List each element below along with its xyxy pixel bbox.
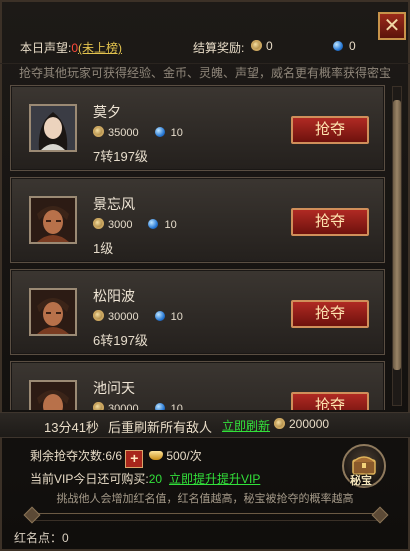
enemy-gem-value: 10 <box>164 219 177 231</box>
enemy-rewards: 30000 10 <box>93 402 183 410</box>
enemy-level: 6转197级 <box>93 333 148 348</box>
rob-button[interactable]: 抢夺 <box>291 116 369 144</box>
refresh-now-link[interactable]: 立即刷新 <box>222 417 270 434</box>
coin-icon <box>93 218 104 229</box>
enemy-card: 莫夕 35000 10 7转197级 抢夺 <box>10 85 385 171</box>
enemy-rewards: 30000 10 <box>93 310 183 323</box>
settle-coin-value: 0 <box>266 39 273 53</box>
upgrade-vip-link[interactable]: 立即提升提升VIP <box>169 470 260 487</box>
enemy-card: 池问天 30000 10 抢夺 <box>10 361 385 410</box>
refresh-cost-value: 200000 <box>289 417 330 431</box>
vip-row: 当前VIP今日还可购买:20 <box>30 470 162 487</box>
avatar <box>29 196 77 244</box>
enemy-rewards: 3000 10 <box>93 218 177 231</box>
rob-button[interactable]: 抢夺 <box>291 208 369 236</box>
enemy-coin-value: 30000 <box>108 403 139 410</box>
refresh-text: 后重刷新所有敌人 <box>108 420 213 435</box>
avatar <box>29 288 77 336</box>
rob-notice: 抢夺其他玩家可获得经验、金币、灵魄、声望，威名更有概率获得密宝 <box>0 63 410 84</box>
enemy-list: 莫夕 35000 10 7转197级 抢夺 景忘风 3000 10 1级 抢夺 松阳… <box>10 85 385 410</box>
enemy-name: 池问天 <box>93 380 135 396</box>
scrollbar-thumb[interactable] <box>393 100 401 370</box>
prestige-row: 本日声望:0(未上榜) <box>20 39 122 56</box>
enemy-card: 景忘风 3000 10 1级 抢夺 <box>10 177 385 263</box>
gem-icon <box>333 41 343 51</box>
header-bar: 本日声望:0(未上榜) 结算奖励: 0 0 <box>0 36 410 58</box>
coin-icon <box>93 126 104 137</box>
attempts-row: 剩余抢夺次数:6/6 +500/次 <box>30 447 202 468</box>
enemy-name: 松阳波 <box>93 288 135 304</box>
enemy-level: 7转197级 <box>93 149 148 164</box>
enemy-level: 1级 <box>93 241 114 256</box>
rank-link[interactable]: (未上榜) <box>78 41 122 55</box>
gold-ingot-icon <box>149 451 164 460</box>
red-name-points: 红名点：0 <box>14 531 69 545</box>
gem-icon <box>154 311 165 321</box>
vip-value: 20 <box>148 472 163 486</box>
rob-button[interactable]: 抢夺 <box>291 300 369 328</box>
settle-gem-value: 0 <box>349 39 356 53</box>
enemy-gem-value: 10 <box>170 311 183 323</box>
coin-icon <box>93 310 104 321</box>
enemy-coin-value: 30000 <box>108 311 139 323</box>
rob-button[interactable]: 抢夺 <box>291 392 369 410</box>
settle-gem-reward: 0 <box>333 39 356 53</box>
enemy-name: 景忘风 <box>93 196 135 212</box>
enemy-rewards: 35000 10 <box>93 126 183 139</box>
settle-label: 结算奖励: <box>193 41 245 55</box>
gem-icon <box>154 127 165 137</box>
refresh-timer: 13分41秒 <box>44 420 99 435</box>
enemy-gem-value: 10 <box>170 403 183 410</box>
enemy-gem-value: 10 <box>170 127 183 139</box>
prestige-label: 本日声望: <box>20 41 72 55</box>
enemy-coin-value: 3000 <box>108 219 133 231</box>
coin-icon <box>93 402 104 410</box>
attempts-label: 剩余抢夺次数:6/6 <box>30 449 123 463</box>
coin-icon <box>251 40 262 51</box>
avatar <box>29 380 77 410</box>
treasure-label: 秘宝 <box>350 475 372 487</box>
gem-icon <box>148 219 159 229</box>
vip-label: 当前VIP今日还可购买: <box>30 472 149 486</box>
enemy-card: 松阳波 30000 10 6转197级 抢夺 <box>10 269 385 355</box>
close-icon: ✕ <box>383 15 401 37</box>
gem-icon <box>154 403 165 410</box>
refresh-bar: 13分41秒 后重刷新所有敌人 立即刷新 200000 <box>0 412 410 438</box>
coin-icon <box>274 418 285 429</box>
enemy-coin-value: 35000 <box>108 127 139 139</box>
avatar <box>29 104 77 152</box>
settle-coin-reward: 0 <box>251 39 273 53</box>
add-attempts-button[interactable]: + <box>125 450 144 468</box>
enemy-name: 莫夕 <box>93 104 121 120</box>
refresh-cost: 200000 <box>274 417 329 431</box>
attempts-cost: 500/次 <box>166 449 202 463</box>
divider <box>30 513 380 521</box>
